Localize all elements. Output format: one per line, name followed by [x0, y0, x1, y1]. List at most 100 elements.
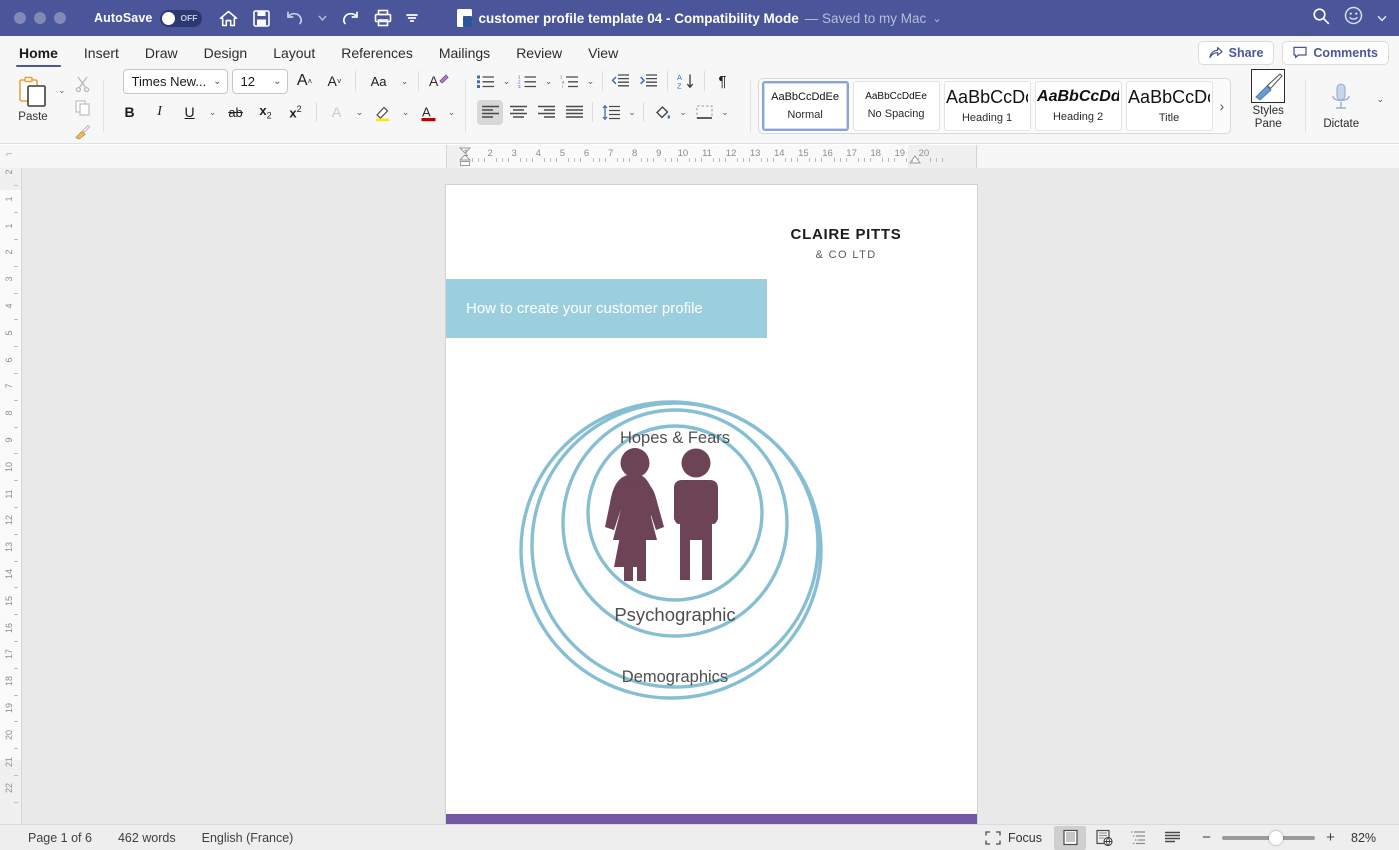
text-effects-chevron-icon[interactable]: ⌄: [354, 107, 366, 118]
font-name-combo[interactable]: Times New... ⌄: [122, 68, 228, 94]
bullets-button[interactable]: [473, 69, 499, 94]
justify-button[interactable]: [561, 100, 587, 125]
tab-view[interactable]: View: [575, 36, 631, 69]
borders-button[interactable]: [691, 100, 717, 125]
style-heading-2[interactable]: AaBbCcDdE Heading 2: [1034, 81, 1122, 131]
language-indicator[interactable]: English (France): [202, 831, 294, 845]
undo-dropdown-icon[interactable]: [317, 8, 327, 28]
align-center-button[interactable]: [505, 100, 531, 125]
tab-review[interactable]: Review: [503, 36, 575, 69]
tab-mailings[interactable]: Mailings: [426, 36, 503, 69]
footer-banner[interactable]: Discover who your customers really are: [446, 814, 977, 824]
title-chevron-down-icon[interactable]: ⌄: [932, 12, 941, 25]
zoom-level-label[interactable]: 82%: [1351, 831, 1387, 845]
vertical-ruler[interactable]: 2 1 1 2 3 4 5 6 7 8 9 10 11 12 13 14 15 16 17 18 19 20 21 22: [0, 168, 22, 824]
tab-insert[interactable]: Insert: [71, 36, 132, 69]
ruler-tab-stop-icon[interactable]: ⌐: [6, 148, 12, 160]
document-page-1[interactable]: How to create your customer profile CLAI…: [446, 185, 977, 824]
borders-chevron-icon[interactable]: ⌄: [719, 107, 731, 118]
tab-home[interactable]: Home: [6, 36, 71, 69]
format-painter-button[interactable]: [70, 123, 96, 142]
focus-mode-button[interactable]: Focus: [975, 831, 1052, 845]
page-indicator[interactable]: Page 1 of 6: [28, 831, 92, 845]
clear-formatting-button[interactable]: A: [426, 69, 452, 94]
minimize-window-button[interactable]: [34, 12, 46, 24]
underline-chevron-icon[interactable]: ⌄: [207, 107, 219, 118]
strikethrough-button[interactable]: ab: [223, 100, 249, 125]
text-effects-button[interactable]: A: [324, 100, 350, 125]
underline-button[interactable]: U: [177, 100, 203, 125]
style-title[interactable]: AaBbCcDc Title: [1125, 81, 1213, 131]
customer-profile-diagram[interactable]: Hopes & Fears Psychographic Demographics: [515, 385, 835, 715]
paste-button[interactable]: Paste: [10, 69, 56, 123]
numbering-chevron-icon[interactable]: ⌄: [543, 76, 555, 87]
shrink-font-button[interactable]: A ˅: [322, 69, 348, 94]
italic-button[interactable]: I: [147, 100, 173, 125]
style-normal[interactable]: AaBbCcDdEe Normal: [761, 81, 849, 131]
print-layout-view-button[interactable]: [1054, 825, 1086, 850]
zoom-in-button[interactable]: +: [1324, 829, 1337, 846]
web-layout-view-button[interactable]: [1088, 826, 1120, 850]
copy-button[interactable]: [70, 99, 96, 118]
cut-button[interactable]: [70, 75, 96, 94]
shading-chevron-icon[interactable]: ⌄: [677, 107, 689, 118]
grow-font-button[interactable]: A ˄: [292, 69, 318, 94]
change-case-chevron-icon[interactable]: ⌄: [399, 76, 411, 87]
multilevel-list-button[interactable]: 1ai: [557, 69, 583, 94]
account-chevron-icon[interactable]: [1377, 9, 1387, 27]
undo-icon[interactable]: [284, 8, 304, 28]
highlight-chevron-icon[interactable]: ⌄: [400, 107, 412, 118]
tab-layout[interactable]: Layout: [260, 36, 328, 69]
subscript-button[interactable]: x2: [253, 100, 279, 125]
shading-button[interactable]: [649, 100, 675, 125]
dictate-button[interactable]: Dictate: [1313, 82, 1369, 130]
home-icon[interactable]: [218, 8, 238, 28]
print-icon[interactable]: [373, 8, 393, 28]
bullets-chevron-icon[interactable]: ⌄: [501, 76, 513, 87]
account-smiley-icon[interactable]: [1344, 6, 1363, 30]
close-window-button[interactable]: [14, 12, 26, 24]
font-color-chevron-icon[interactable]: ⌄: [446, 107, 458, 118]
align-right-button[interactable]: [533, 100, 559, 125]
horizontal-ruler[interactable]: 1 2 3 4 5 6 7 8 9 10 11 12 13 14 15 16 17 18 19 20: [446, 145, 977, 168]
line-spacing-button[interactable]: [598, 100, 624, 125]
zoom-out-button[interactable]: −: [1200, 829, 1213, 846]
numbering-button[interactable]: 123: [515, 69, 541, 94]
decrease-indent-button[interactable]: [608, 69, 634, 94]
zoom-slider-handle[interactable]: [1269, 830, 1283, 845]
show-marks-button[interactable]: ¶: [710, 69, 736, 94]
outline-view-button[interactable]: [1122, 826, 1154, 850]
line-spacing-chevron-icon[interactable]: ⌄: [626, 107, 638, 118]
bold-button[interactable]: B: [117, 100, 143, 125]
tab-design[interactable]: Design: [191, 36, 261, 69]
header-banner[interactable]: How to create your customer profile: [446, 279, 767, 338]
autosave-control[interactable]: AutoSave OFF: [94, 9, 203, 27]
dictate-chevron-icon[interactable]: ⌄: [1374, 94, 1386, 105]
document-canvas[interactable]: How to create your customer profile CLAI…: [22, 168, 1399, 824]
font-size-combo[interactable]: 12 ⌄: [231, 68, 288, 94]
tab-references[interactable]: References: [328, 36, 426, 69]
multilevel-chevron-icon[interactable]: ⌄: [585, 76, 597, 87]
redo-icon[interactable]: [340, 8, 360, 28]
save-icon[interactable]: [251, 8, 271, 28]
document-title[interactable]: customer profile template 04 - Compatibi…: [478, 11, 798, 26]
align-left-button[interactable]: [477, 99, 504, 125]
superscript-button[interactable]: x2: [283, 100, 309, 125]
styles-gallery-next-icon[interactable]: ›: [1217, 98, 1228, 114]
word-count[interactable]: 462 words: [118, 831, 176, 845]
font-color-button[interactable]: A: [416, 100, 442, 125]
maximize-window-button[interactable]: [54, 12, 66, 24]
paste-options-chevron-icon[interactable]: ⌄: [58, 85, 66, 96]
comments-button[interactable]: Comments: [1282, 40, 1389, 65]
autosave-toggle[interactable]: OFF: [160, 9, 203, 27]
highlight-color-button[interactable]: [370, 100, 396, 125]
draft-view-button[interactable]: [1156, 826, 1188, 850]
search-icon[interactable]: [1312, 7, 1330, 30]
zoom-slider[interactable]: [1222, 830, 1315, 845]
tab-draw[interactable]: Draw: [132, 36, 191, 69]
sort-button[interactable]: AZ: [673, 69, 699, 94]
customize-toolbar-icon[interactable]: [406, 8, 419, 28]
style-heading-1[interactable]: AaBbCcDc Heading 1: [943, 81, 1031, 131]
style-no-spacing[interactable]: AaBbCcDdEe No Spacing: [852, 81, 940, 131]
share-button[interactable]: Share: [1197, 40, 1275, 65]
